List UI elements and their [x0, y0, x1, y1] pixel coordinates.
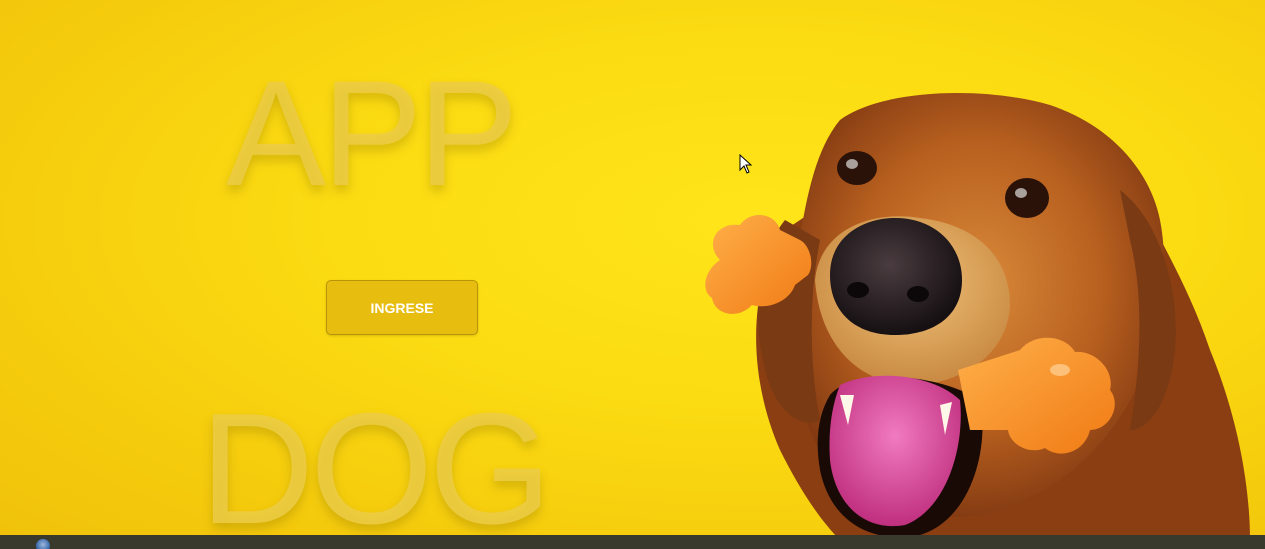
title-app: APP	[226, 49, 518, 217]
start-orb-icon[interactable]	[36, 539, 50, 549]
enter-button[interactable]: INGRESE	[326, 280, 478, 335]
title-dog: DOG	[200, 381, 552, 549]
landing-page: APP INGRESE DOG	[0, 0, 1265, 549]
taskbar	[0, 535, 1265, 549]
dog-photo	[705, 93, 1250, 540]
mouse-pointer-icon	[739, 154, 753, 174]
